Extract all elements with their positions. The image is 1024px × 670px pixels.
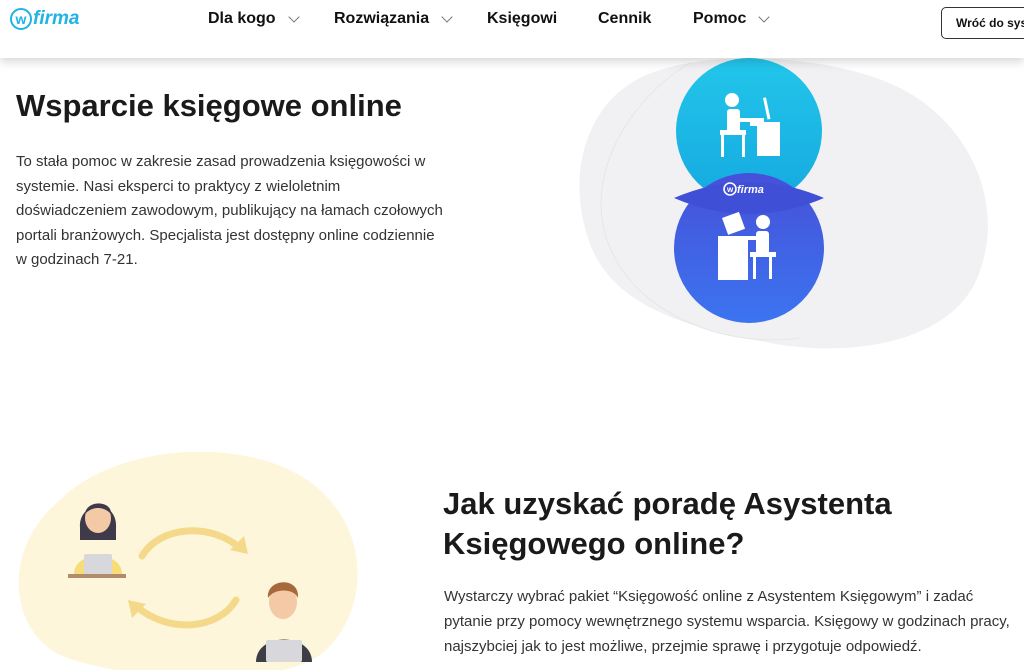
chevron-down-icon	[441, 11, 453, 23]
svg-text:w: w	[726, 185, 734, 194]
yellow-blob	[18, 451, 358, 670]
nav-dla-kogo[interactable]: Dla kogo	[208, 10, 300, 28]
nav-label: Pomoc	[693, 10, 747, 27]
top-navbar: w firma Dla kogo Rozwiązania Księgowi Ce…	[0, 0, 1024, 58]
nav-label: Dla kogo	[208, 10, 276, 27]
section1-body: To stała pomoc w zakresie zasad prowadze…	[16, 153, 443, 268]
logo-text: firma	[33, 8, 80, 29]
section2-title: Jak uzyskać poradę Asystenta Księgowego …	[443, 486, 892, 561]
section1-title: Wsparcie księgowe online	[16, 88, 402, 123]
chevron-down-icon	[758, 11, 771, 23]
accountant-support-illustration: w firma	[579, 58, 988, 349]
logo-mark: w	[10, 8, 32, 30]
back-to-system-button[interactable]: Wróć do syst	[941, 7, 1024, 39]
nav-label: Księgowi	[487, 10, 558, 27]
wfirma-logo[interactable]: w firma	[10, 8, 79, 30]
nav-label: Cennik	[598, 10, 652, 27]
nav-label: Rozwiązania	[334, 10, 430, 27]
consultation-illustration	[18, 451, 358, 670]
svg-text:firma: firma	[737, 184, 764, 196]
nav-ksiegowi[interactable]: Księgowi	[487, 10, 557, 28]
nav-rozwiazania[interactable]: Rozwiązania	[334, 10, 453, 28]
chevron-down-icon	[287, 11, 300, 23]
nav-cennik[interactable]: Cennik	[598, 10, 651, 28]
nav-pomoc[interactable]: Pomoc	[693, 10, 771, 28]
section2-body: Wystarczy wybrać pakiet “Księgowość onli…	[444, 588, 1010, 655]
